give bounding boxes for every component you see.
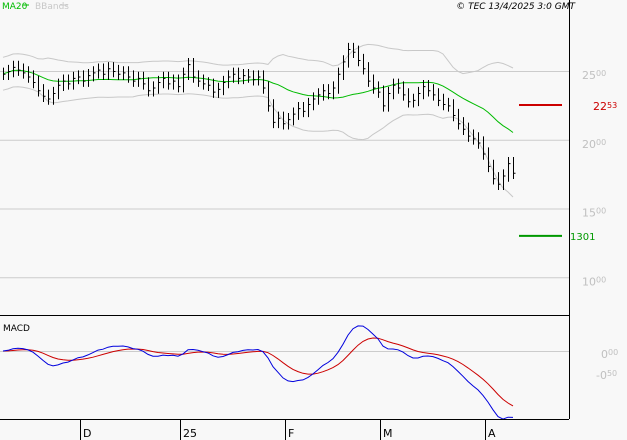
macd-signal-line [2, 337, 514, 407]
price-bars [3, 42, 516, 190]
macd-tick-label: -050 [596, 369, 617, 382]
price-levels: 2253 1301 [519, 100, 617, 243]
support-label: 1301 [570, 232, 595, 243]
macd-panel: 000 -050 [0, 325, 618, 420]
price-tick-label: 1500 [582, 207, 606, 220]
bband-upper [2, 43, 514, 75]
macd-title: MACD [3, 324, 30, 334]
macd-line [2, 325, 514, 420]
date-tick-label: F [288, 427, 294, 440]
date-tick-label: A [488, 427, 496, 440]
chart-window: 2253 1301 2500 2000 1500 1000 000 -050 D 25 F M A… [0, 0, 627, 440]
ma20-legend: MA20 [2, 2, 28, 12]
price-tick-label: 2000 [582, 138, 606, 151]
price-tick-label: 2500 [582, 69, 606, 82]
copyright-timestamp: © TEC 13/4/2025 3:0 GMT [456, 2, 576, 12]
macd-tick-label: 000 [601, 348, 618, 361]
resistance-label: 2253 [593, 100, 617, 113]
date-axis: D 25 F M A [80, 420, 496, 440]
bollinger-bands [2, 43, 514, 198]
date-tick-label: D [83, 427, 91, 440]
price-gridlines [0, 71, 569, 279]
bband-lower [2, 86, 514, 198]
date-tick-label: M [383, 427, 393, 440]
date-tick-label: 25 [183, 427, 197, 440]
bbands-legend: BBands [35, 2, 69, 12]
price-tick-label: 1000 [582, 275, 606, 288]
chart-canvas: 22531301 2500200015001000 000-050 D 25 F M A… [0, 0, 618, 440]
